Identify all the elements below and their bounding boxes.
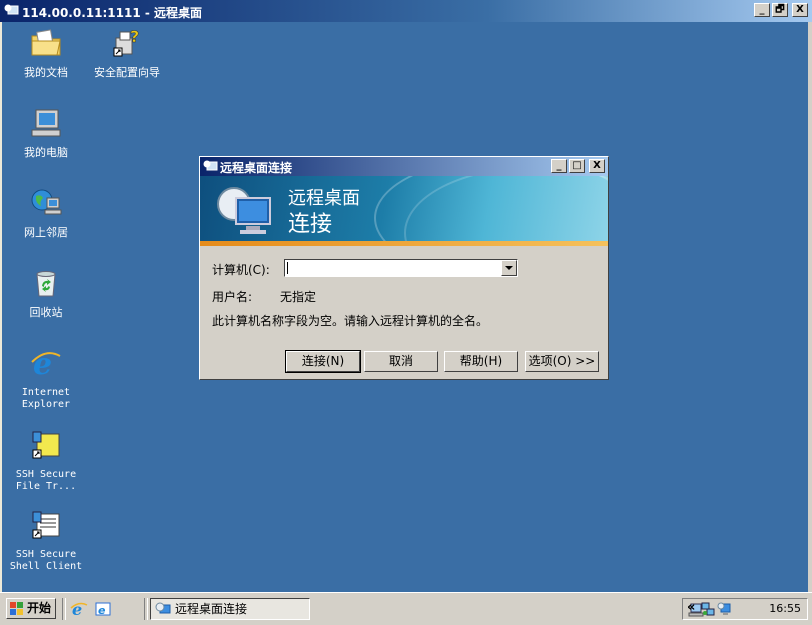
desktop-icon-ssh-file-transfer[interactable]: SSH Secure File Tr... bbox=[8, 428, 84, 493]
tray-expand-chevron[interactable]: « bbox=[687, 601, 701, 616]
remote-desktop-icon bbox=[4, 4, 19, 15]
minimize-button[interactable]: _ bbox=[754, 3, 770, 17]
network-globe-icon bbox=[31, 189, 62, 215]
computer-icon bbox=[31, 109, 61, 137]
network-connection-icon[interactable] bbox=[701, 602, 715, 616]
svg-text:e: e bbox=[98, 604, 106, 617]
cancel-button[interactable]: 取消 bbox=[364, 351, 438, 372]
validation-message: 此计算机名称字段为空。请输入远程计算机的全名。 bbox=[212, 314, 489, 328]
svg-text:e: e bbox=[72, 600, 82, 618]
desktop-icon-security-wizard[interactable]: ? 安全配置向导 bbox=[89, 26, 165, 79]
taskbar-item-label: 远程桌面连接 bbox=[175, 602, 248, 616]
dialog-maximize-button[interactable]: □ bbox=[569, 159, 585, 173]
desktop-icon-network-places[interactable]: 网上邻居 bbox=[8, 186, 84, 239]
desktop-icon-recycle-bin[interactable]: 回收站 bbox=[8, 266, 84, 319]
dialog-minimize-button[interactable]: _ bbox=[551, 159, 567, 173]
username-value: 无指定 bbox=[280, 290, 317, 304]
security-wizard-icon: ? bbox=[113, 27, 140, 57]
banner-stripe bbox=[200, 241, 608, 246]
help-button[interactable]: 帮助(H) bbox=[444, 351, 518, 372]
remote-monitor-icon[interactable] bbox=[717, 602, 731, 616]
connect-button[interactable]: 连接(N) bbox=[285, 350, 361, 373]
banner-title-line2: 连接 bbox=[288, 212, 333, 237]
options-button[interactable]: 选项(O) >> bbox=[525, 351, 599, 372]
ssh-shell-icon bbox=[32, 511, 60, 539]
desktop-icon-ssh-shell-client[interactable]: SSH Secure Shell Client bbox=[8, 508, 84, 573]
desktop-icon-my-computer[interactable]: 我的电脑 bbox=[8, 106, 84, 159]
taskbar: 开始 e e 远程桌面连接 « 16:55 bbox=[0, 592, 812, 625]
restore-button[interactable]: 🗗 bbox=[772, 3, 788, 17]
ssh-file-transfer-icon bbox=[32, 431, 60, 459]
outer-window-title: 114.00.0.11:1111 - 远程桌面 bbox=[22, 6, 203, 20]
ie-icon: e bbox=[31, 347, 61, 382]
taskbar-separator bbox=[62, 598, 66, 620]
computer-combobox[interactable] bbox=[284, 259, 518, 277]
start-button[interactable]: 开始 bbox=[6, 598, 56, 619]
clock[interactable]: 16:55 bbox=[769, 602, 801, 615]
desktop-scrollbar[interactable] bbox=[808, 22, 812, 592]
outer-window-titlebar[interactable]: 114.00.0.11:1111 - 远程桌面 _ 🗗 X bbox=[0, 0, 812, 22]
windows-flag-icon bbox=[10, 602, 23, 615]
start-label: 开始 bbox=[27, 601, 52, 615]
dialog-title: 远程桌面连接 bbox=[220, 161, 293, 175]
system-tray: « 16:55 bbox=[682, 598, 808, 620]
remote-desktop-icon bbox=[203, 160, 218, 171]
folder-documents-icon bbox=[31, 29, 61, 56]
dialog-close-button[interactable]: X bbox=[589, 159, 605, 173]
recycle-bin-icon bbox=[36, 271, 56, 297]
taskbar-separator bbox=[144, 598, 148, 620]
desktop-icon-my-documents[interactable]: 我的文档 bbox=[8, 26, 84, 79]
dialog-banner: 远程桌面 连接 bbox=[200, 176, 608, 246]
taskbar-item-remote-desktop[interactable]: 远程桌面连接 bbox=[150, 598, 310, 620]
close-button[interactable]: X bbox=[792, 3, 808, 17]
combobox-dropdown-button[interactable] bbox=[501, 260, 517, 276]
dialog-titlebar[interactable]: 远程桌面连接 _ □ X bbox=[200, 157, 608, 176]
svg-text:?: ? bbox=[130, 27, 139, 46]
svg-text:e: e bbox=[33, 347, 52, 380]
remote-desktop-connection-dialog: 远程桌面连接 _ □ X 远程桌面 连接 计算机(C): 用户名: 无指定 此计… bbox=[199, 156, 609, 380]
desktop-icon-internet-explorer[interactable]: e Internet Explorer bbox=[8, 346, 84, 411]
ie-icon[interactable]: e bbox=[70, 600, 88, 618]
computer-label: 计算机(C): bbox=[212, 263, 270, 277]
remote-desktop-icon bbox=[155, 602, 171, 614]
username-label: 用户名: bbox=[212, 290, 253, 304]
remote-monitor-icon bbox=[217, 187, 271, 234]
text-caret bbox=[287, 262, 288, 274]
show-desktop-icon[interactable]: e bbox=[94, 600, 112, 618]
